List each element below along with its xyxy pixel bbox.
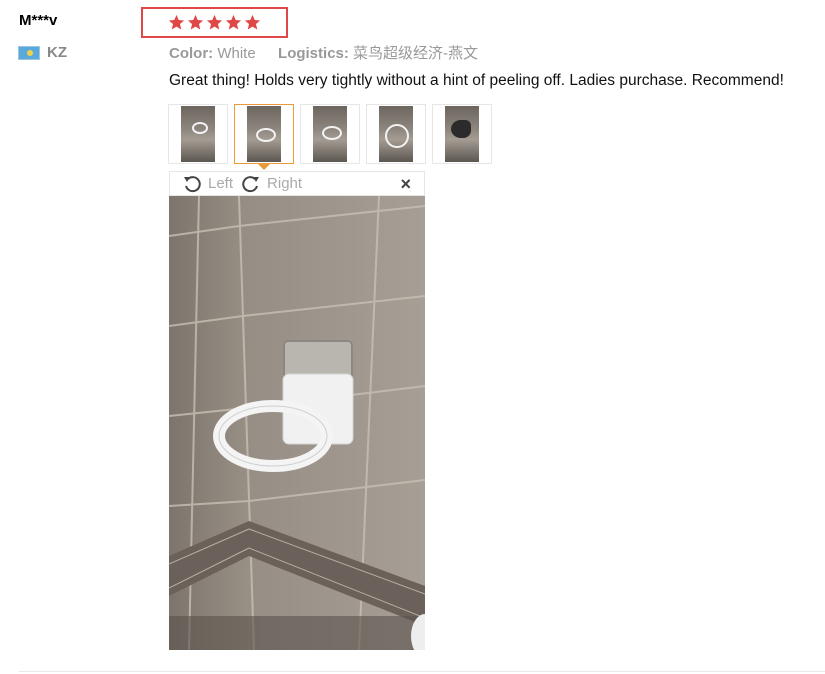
star-icon	[244, 14, 261, 30]
review-text: Great thing! Holds very tightly without …	[169, 72, 784, 89]
country-code: KZ	[47, 44, 67, 61]
thumbnail-image	[181, 106, 215, 162]
color-value: White	[217, 45, 256, 62]
reviewer-name: M***v	[19, 12, 58, 29]
review-photo-large	[169, 196, 425, 650]
image-viewer-toolbar: Left Right ×	[169, 171, 425, 196]
review-meta: Color: White Logistics: 菜鸟超级经济-燕文	[169, 42, 478, 63]
thumbnail-image	[313, 106, 347, 162]
color-label: Color:	[169, 45, 214, 62]
reviewer-country: KZ	[18, 44, 67, 61]
thumbnail-image	[247, 106, 281, 162]
photo-thumbnail-1[interactable]	[168, 104, 228, 164]
rotate-left-button[interactable]: Left	[182, 174, 233, 194]
review-photo-image	[169, 196, 425, 650]
photo-thumbnail-5[interactable]	[432, 104, 492, 164]
star-rating	[141, 7, 288, 38]
thumbnail-image	[379, 106, 413, 162]
photo-thumbnail-4[interactable]	[366, 104, 426, 164]
review-divider	[19, 671, 825, 672]
photo-thumbnail-3[interactable]	[300, 104, 360, 164]
photo-thumbnail-2[interactable]	[234, 104, 294, 164]
star-icon	[187, 14, 204, 30]
rotate-left-icon	[184, 175, 201, 192]
rotate-right-button[interactable]: Right	[241, 174, 302, 194]
logistics-label: Logistics:	[278, 45, 349, 62]
star-icon	[206, 14, 223, 30]
star-icon	[225, 14, 242, 30]
star-icon	[168, 14, 185, 30]
rotate-right-icon	[242, 175, 260, 192]
photo-thumbnails	[168, 104, 492, 164]
thumbnail-image	[445, 106, 479, 162]
rotate-left-label: Left	[208, 175, 234, 192]
kazakhstan-flag-icon	[18, 45, 40, 60]
rotate-right-label: Right	[267, 175, 303, 192]
logistics-value: 菜鸟超级经济-燕文	[353, 45, 479, 62]
close-viewer-button[interactable]: ×	[400, 175, 411, 193]
